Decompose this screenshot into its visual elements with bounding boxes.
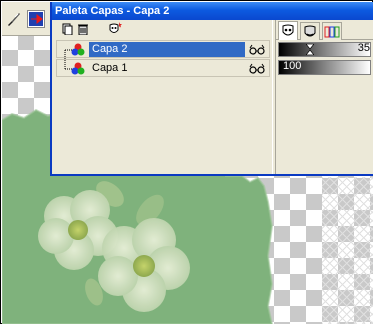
- blend-range-slider[interactable]: 35: [278, 42, 371, 57]
- layer-row-capa-1[interactable]: Capa 1: [56, 59, 270, 77]
- new-layer-icon[interactable]: [60, 22, 74, 36]
- visibility-glasses-icon[interactable]: [249, 44, 265, 56]
- slider-thumb-icon[interactable]: [306, 44, 314, 55]
- raster-layer-icon: [71, 62, 85, 75]
- opacity-value: 100: [283, 60, 302, 72]
- palette-title[interactable]: Paleta Capas - Capa 2: [52, 2, 373, 20]
- layers-palette-window: Paleta Capas - Capa 2 Capa 2 Capa 1 35 1…: [50, 2, 373, 176]
- transparency-pattern: [322, 177, 373, 324]
- blend-tab-icon[interactable]: [300, 22, 320, 40]
- mask-tab-icon[interactable]: [278, 21, 298, 40]
- brush-tool-icon[interactable]: [5, 10, 23, 28]
- opacity-slider[interactable]: 100: [278, 60, 371, 75]
- main-toolbar: [2, 2, 50, 36]
- visibility-glasses-icon[interactable]: [249, 63, 265, 75]
- layer-name[interactable]: Capa 1: [89, 61, 130, 76]
- layers-pane: Capa 2 Capa 1: [52, 20, 272, 174]
- exit-arrow-icon[interactable]: [27, 10, 45, 28]
- blend-value: 35: [357, 42, 370, 54]
- layer-list: Capa 2 Capa 1: [56, 40, 270, 78]
- layer-row-capa-2[interactable]: Capa 2: [56, 40, 270, 59]
- properties-tabs: [276, 20, 373, 40]
- raster-layer-icon: [71, 43, 85, 56]
- new-mask-icon[interactable]: [108, 22, 122, 36]
- layer-toolbar: [52, 20, 272, 38]
- layer-properties-pane: 35 100: [276, 20, 373, 174]
- layer-name[interactable]: Capa 2: [89, 42, 245, 57]
- delete-layer-icon[interactable]: [76, 22, 90, 36]
- rgb-channels-tab-icon[interactable]: [322, 22, 342, 40]
